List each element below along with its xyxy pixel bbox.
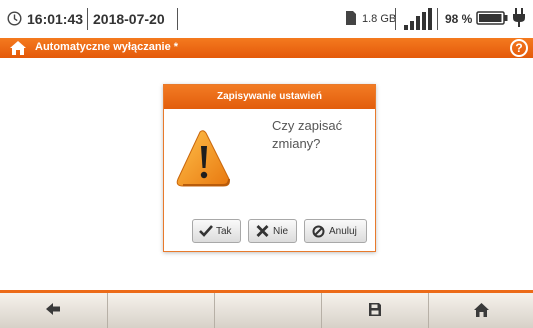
toolbar-empty-slot [107, 293, 215, 328]
save-button[interactable] [321, 293, 429, 328]
dialog-title: Zapisywanie ustawień [216, 91, 323, 102]
storage-size: 1.8 GB [362, 13, 397, 25]
status-divider [87, 8, 88, 30]
status-divider [437, 8, 438, 30]
back-arrow-icon [46, 303, 60, 315]
plug-icon [513, 8, 525, 27]
page-title: Automatyczne wyłączanie * [35, 41, 179, 53]
yes-button-label: Tak [216, 226, 232, 237]
status-bar: 16:01:43 2018-07-20 1.8 GB 98 % [0, 0, 533, 38]
title-bar: Automatyczne wyłączanie * ? [0, 38, 533, 58]
status-date: 2018-07-20 [93, 11, 165, 27]
save-icon [369, 303, 381, 316]
battery-percent: 98 % [445, 12, 473, 26]
cancel-button[interactable]: Anuluj [304, 219, 367, 243]
battery-icon [476, 11, 508, 25]
no-button-label: Nie [273, 226, 289, 237]
clock-icon [7, 11, 22, 26]
status-divider [177, 8, 178, 30]
home-button[interactable] [428, 293, 533, 328]
signal-icon [404, 8, 432, 30]
yes-button[interactable]: Tak [192, 219, 241, 243]
x-icon [256, 225, 269, 237]
status-divider [395, 8, 396, 30]
status-time: 16:01:43 [27, 11, 84, 27]
save-settings-dialog: Zapisywanie ustawień Czy zapisać zmiany?… [163, 84, 376, 252]
back-button[interactable] [0, 293, 108, 328]
help-icon[interactable]: ? [510, 39, 528, 57]
dialog-message-line: Czy zapisać [272, 118, 343, 133]
dialog-message: Czy zapisać zmiany? [272, 117, 368, 153]
home-icon [474, 303, 489, 317]
bottom-toolbar [0, 290, 533, 328]
warning-icon [176, 130, 230, 187]
home-icon[interactable] [9, 40, 27, 56]
sd-card-icon [346, 11, 356, 25]
toolbar-empty-slot [214, 293, 322, 328]
no-button[interactable]: Nie [248, 219, 297, 243]
cancel-button-label: Anuluj [329, 226, 357, 237]
dialog-message-line: zmiany? [272, 136, 321, 151]
dialog-header: Zapisywanie ustawień [164, 85, 375, 109]
checkmark-icon [199, 225, 213, 237]
cancel-icon [312, 225, 325, 238]
